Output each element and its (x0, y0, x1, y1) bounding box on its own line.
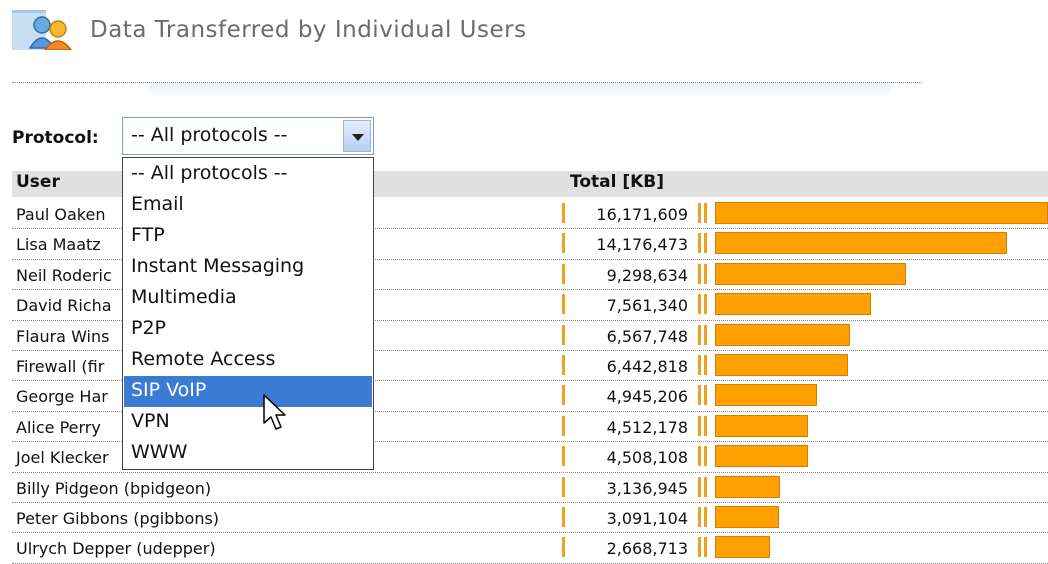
value-marker (704, 506, 707, 527)
total-kb: 3,091,104 (606, 508, 688, 528)
page-title: Data Transferred by Individual Users (90, 17, 527, 43)
total-kb: 3,136,945 (606, 478, 688, 498)
value-marker (698, 476, 701, 497)
user-name: Flaura Wins (16, 326, 110, 346)
value-marker (704, 446, 707, 467)
user-name: Paul Oaken (16, 205, 106, 224)
usage-bar (715, 384, 817, 407)
value-marker (698, 294, 701, 315)
protocol-dropdown-list[interactable]: -- All protocols -- Email FTP Instant Messa… (122, 157, 374, 470)
total-kb: 4,945,206 (606, 387, 688, 407)
user-name: Alice Perry (16, 417, 101, 437)
value-marker (562, 324, 565, 345)
value-marker (698, 203, 701, 223)
user-name: Ulrych Depper (udepper) (16, 539, 216, 559)
value-marker (704, 415, 707, 436)
mouse-pointer-icon (263, 394, 286, 430)
value-marker (704, 354, 707, 375)
value-marker (698, 415, 701, 436)
usage-bar (715, 293, 871, 316)
dropdown-option[interactable]: SIP VoIP (124, 376, 372, 407)
value-marker (562, 537, 565, 558)
total-kb: 4,508,108 (606, 448, 688, 468)
total-kb: 14,176,473 (596, 235, 688, 255)
user-name: Lisa Maatz (16, 235, 101, 255)
value-marker (562, 446, 565, 467)
value-marker (562, 263, 565, 284)
value-marker (562, 294, 565, 315)
dropdown-option[interactable]: WWW (124, 438, 372, 469)
protocol-select-value: -- All protocols -- (131, 124, 288, 146)
user-name: Billy Pidgeon (bpidgeon) (16, 478, 212, 498)
user-name: Neil Roderic (16, 265, 112, 285)
value-marker (562, 476, 565, 497)
user-name: George Har (16, 387, 108, 407)
value-marker (704, 476, 707, 497)
table-row[interactable]: Ulrych Depper (udepper) 2,668,713 (12, 533, 1048, 564)
usage-bar (715, 505, 779, 528)
value-marker (704, 385, 707, 406)
value-marker (704, 537, 707, 558)
page-header: Data Transferred by Individual Users (12, 10, 527, 51)
dropdown-option[interactable]: Multimedia (124, 283, 372, 314)
table-row[interactable]: Billy Pidgeon (bpidgeon) 3,136,945 (12, 473, 1048, 503)
value-marker (698, 385, 701, 406)
usage-bar (715, 323, 850, 346)
total-kb: 6,442,818 (606, 356, 688, 376)
total-kb: 7,561,340 (606, 296, 688, 316)
value-marker (698, 354, 701, 375)
usage-bar (715, 232, 1007, 255)
value-marker (704, 324, 707, 345)
dropdown-option[interactable]: Email (124, 190, 372, 221)
value-marker (704, 233, 707, 254)
value-marker (704, 294, 707, 315)
user-name: Firewall (fir (16, 356, 105, 376)
value-marker (562, 415, 565, 436)
dropdown-option[interactable]: VPN (124, 407, 372, 438)
value-marker (704, 263, 707, 284)
protocol-select[interactable]: -- All protocols -- (122, 117, 374, 155)
column-header-user[interactable]: User (16, 172, 60, 192)
value-marker (698, 263, 701, 284)
usage-bar (715, 414, 808, 437)
usage-bar (715, 475, 780, 498)
value-marker (562, 233, 565, 254)
value-marker (698, 233, 701, 254)
value-marker (704, 203, 707, 223)
chevron-down-icon[interactable] (343, 120, 371, 152)
dropdown-option[interactable]: FTP (124, 221, 372, 252)
total-kb: 4,512,178 (606, 417, 688, 437)
value-marker (562, 203, 565, 223)
table-row[interactable]: Peter Gibbons (pgibbons) 3,091,104 (12, 503, 1048, 534)
user-name: David Richa (16, 296, 112, 316)
value-marker (698, 446, 701, 467)
usage-bar (715, 353, 848, 376)
header-divider (12, 82, 922, 83)
total-kb: 2,668,713 (606, 539, 688, 559)
total-kb: 9,298,634 (606, 265, 688, 285)
dropdown-option[interactable]: -- All protocols -- (124, 159, 372, 190)
usage-bar (715, 262, 906, 285)
value-marker (698, 506, 701, 527)
value-marker (698, 537, 701, 558)
usage-bar (715, 202, 1048, 224)
value-marker (562, 354, 565, 375)
value-marker (562, 385, 565, 406)
column-header-total[interactable]: Total [KB] (570, 172, 664, 192)
usage-bar (715, 536, 770, 559)
usage-bar (715, 445, 808, 468)
dropdown-option[interactable]: P2P (124, 314, 372, 345)
dropdown-option[interactable]: Instant Messaging (124, 252, 372, 283)
value-marker (562, 506, 565, 527)
protocol-label: Protocol: (12, 128, 99, 148)
value-marker (698, 324, 701, 345)
total-kb: 6,567,748 (606, 326, 688, 346)
total-kb: 16,171,609 (596, 205, 688, 224)
user-name: Peter Gibbons (pgibbons) (16, 508, 220, 528)
header-glow (150, 83, 890, 97)
users-icon (12, 10, 76, 51)
user-name: Joel Klecker (16, 448, 109, 468)
dropdown-option[interactable]: Remote Access (124, 345, 372, 376)
